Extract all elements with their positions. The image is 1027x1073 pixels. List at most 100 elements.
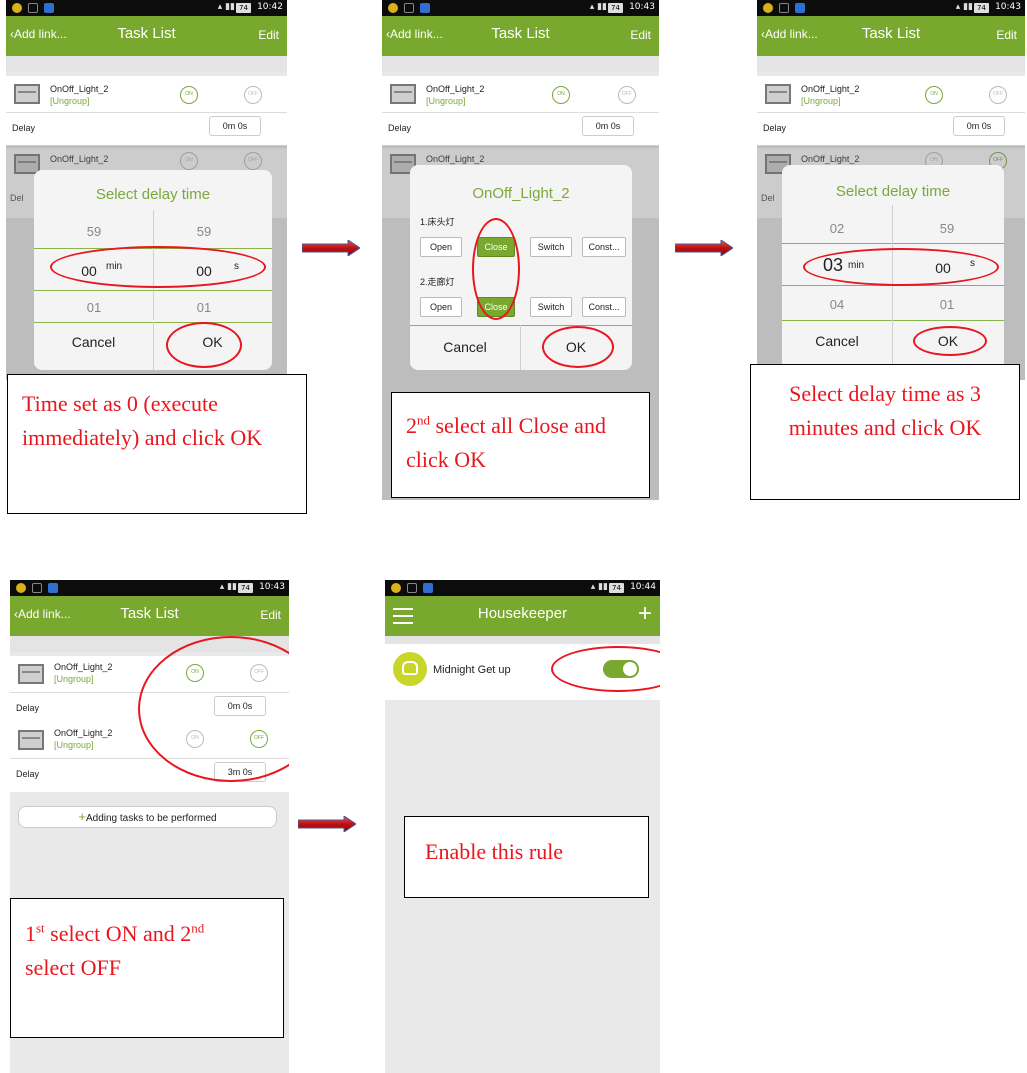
device-group: [Ungroup] (54, 740, 94, 750)
second-prev[interactable]: 59 (184, 224, 224, 239)
delay-label: Delay (16, 769, 40, 779)
off-radio[interactable]: OFF (618, 86, 636, 104)
notification-icon (32, 583, 42, 593)
task-card: OnOff_Light_2 [Ungroup] ON OFF Delay 0m … (757, 76, 1025, 146)
clock: 10:42 (257, 2, 283, 12)
device-name: OnOff_Light_2 (54, 728, 113, 738)
notification-icon (407, 583, 417, 593)
signal-icon: ▴ ▮▮ (219, 582, 237, 592)
delay-label: Delay (16, 703, 40, 713)
device-name: OnOff_Light_2 (54, 662, 113, 672)
status-bar: ▴ ▮▮ 74 10:42 (6, 0, 287, 16)
light-switch-icon (18, 730, 44, 750)
title-bar: ‹Add link... Task List Edit (10, 596, 289, 636)
annotation-number: 1 (25, 921, 36, 946)
minute-prev[interactable]: 59 (74, 224, 114, 239)
edit-button[interactable]: Edit (258, 28, 279, 42)
title-bar: ‹Add link... Task List Edit (382, 16, 659, 56)
minute-prev[interactable]: 02 (822, 221, 852, 236)
minute-next[interactable]: 01 (74, 300, 114, 315)
delay-field[interactable]: 0m 0s (582, 116, 634, 136)
annotation-number: 2 (406, 413, 417, 438)
task-card: OnOff_Light_2 [Ungroup] ON OFF Delay 0m … (382, 76, 659, 146)
highlight-oval (803, 248, 999, 286)
light-switch-icon (390, 84, 416, 104)
divider (382, 112, 659, 113)
annotation-box: Time set as 0 (execute immediately) and … (7, 374, 307, 514)
dialog-title: OnOff_Light_2 (472, 185, 570, 202)
arrow-icon (675, 240, 733, 256)
switch-button[interactable]: Switch (530, 297, 572, 317)
battery-icon: 74 (238, 583, 253, 593)
cancel-button[interactable]: Cancel (34, 334, 153, 350)
const-button[interactable]: Const... (582, 297, 626, 317)
delay-label: Delay (763, 123, 787, 133)
task-card: OnOff_Light_2 [Ungroup] ON OFF Delay 0m … (6, 76, 287, 146)
annotation-text: Select delay time as 3 minutes and click… (788, 381, 982, 441)
divider (6, 112, 287, 113)
spacer (385, 636, 660, 644)
on-radio[interactable]: ON (552, 86, 570, 104)
page-title: Task List (491, 25, 550, 42)
edit-button[interactable]: Edit (996, 28, 1017, 42)
device-name: OnOff_Light_2 (426, 84, 485, 94)
notification-icon (28, 3, 38, 13)
annotation-box: 2nd select all Close and click OK (391, 392, 650, 498)
notification-icon (48, 583, 58, 593)
delay-label-partial: Del (10, 193, 24, 203)
notification-icon (795, 3, 805, 13)
arrow-icon (302, 240, 360, 256)
add-rule-button[interactable]: + (638, 600, 652, 628)
signal-icon: ▴ ▮▮ (589, 2, 607, 12)
open-button[interactable]: Open (420, 237, 462, 257)
delay-field[interactable]: 0m 0s (953, 116, 1005, 136)
open-button[interactable]: Open (420, 297, 462, 317)
second-prev[interactable]: 59 (932, 221, 962, 236)
status-bar: ▴ ▮▮ 74 10:43 (10, 580, 289, 596)
device-group: [Ungroup] (54, 674, 94, 684)
light-switch-icon (14, 84, 40, 104)
second-next[interactable]: 01 (932, 297, 962, 312)
screen-3-delay-picker: ▴ ▮▮ 74 10:43 ‹Add link... Task List Edit … (757, 0, 1025, 380)
app-icon (16, 583, 26, 593)
off-radio[interactable]: OFF (989, 86, 1007, 104)
annotation-text: select OFF (25, 955, 121, 981)
app-icon (763, 3, 773, 13)
clock: 10:44 (630, 582, 656, 592)
notification-icon (44, 3, 54, 13)
notification-icon (404, 3, 414, 13)
off-radio[interactable]: OFF (244, 86, 262, 104)
device-name: OnOff_Light_2 (801, 84, 860, 94)
signal-icon: ▴ ▮▮ (217, 2, 235, 12)
dialog-title: Select delay time (95, 186, 211, 203)
title-bar: ‹Add link... Task List Edit (6, 16, 287, 56)
on-radio[interactable]: ON (925, 86, 943, 104)
button-line (410, 325, 632, 326)
highlight-oval (166, 322, 242, 368)
device-group: [Ungroup] (801, 96, 841, 106)
edit-button[interactable]: Edit (630, 28, 651, 42)
add-task-button[interactable]: +Adding tasks to be performed (18, 806, 277, 828)
on-radio[interactable]: ON (180, 86, 198, 104)
annotation-box: Select delay time as 3 minutes and click… (750, 364, 1020, 500)
cancel-button[interactable]: Cancel (782, 333, 892, 349)
minute-next[interactable]: 04 (822, 297, 852, 312)
edit-button[interactable]: Edit (260, 608, 281, 622)
app-icon (388, 3, 398, 13)
annotation-text: Time set as 0 (execute immediately) and … (22, 391, 263, 451)
title-bar: ‹Add link... Task List Edit (757, 16, 1025, 56)
spacer (382, 56, 659, 72)
switch-button[interactable]: Switch (530, 237, 572, 257)
second-next[interactable]: 01 (184, 300, 224, 315)
picker-line (782, 243, 1004, 244)
battery-icon: 74 (608, 3, 623, 13)
arrow-icon (298, 816, 356, 832)
cancel-button[interactable]: Cancel (410, 339, 520, 355)
clock: 10:43 (259, 582, 285, 592)
battery-icon: 74 (236, 3, 251, 13)
battery-icon: 74 (974, 3, 989, 13)
delay-field[interactable]: 0m 0s (209, 116, 261, 136)
const-button[interactable]: Const... (582, 237, 626, 257)
app-icon (12, 3, 22, 13)
notification-icon (779, 3, 789, 13)
